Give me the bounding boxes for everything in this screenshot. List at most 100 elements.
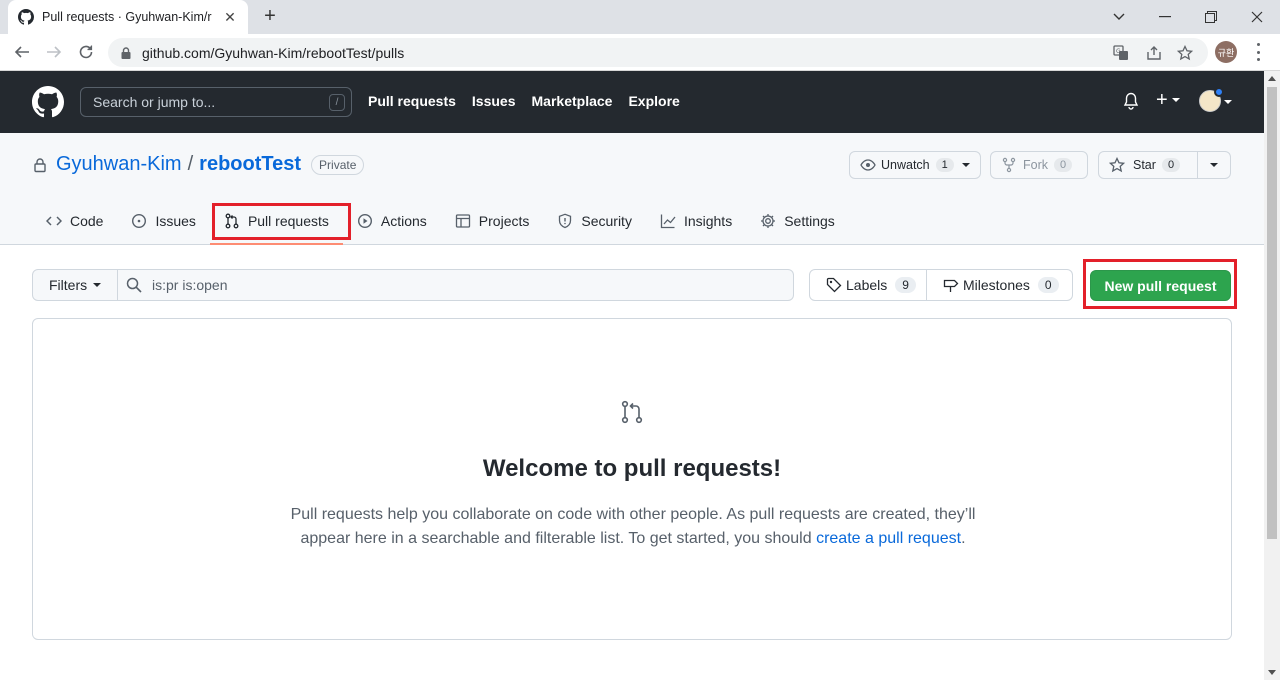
caret-down-icon: [1171, 98, 1180, 102]
global-search-input[interactable]: Search or jump to... /: [80, 87, 352, 117]
header-nav: Pull requests Issues Marketplace Explore: [368, 93, 680, 109]
highlight-new-pr-button: [1083, 259, 1237, 309]
create-new-menu[interactable]: +: [1156, 89, 1180, 111]
tab-actions[interactable]: Actions: [343, 199, 441, 243]
tab-label: Actions: [380, 213, 427, 229]
tab-label: Security: [581, 213, 632, 229]
blankslate-end: .: [961, 530, 966, 547]
repo-name-link[interactable]: rebootTest: [199, 153, 301, 176]
github-header: Search or jump to... / Pull requests Iss…: [0, 71, 1264, 133]
blankslate-description: Pull requests help you collaborate on co…: [283, 503, 983, 551]
search-icon: [126, 277, 142, 293]
github-favicon-icon: [18, 9, 34, 25]
tab-label: Projects: [478, 213, 530, 229]
nav-pull-requests[interactable]: Pull requests: [368, 93, 456, 109]
back-icon[interactable]: [12, 42, 32, 62]
repo-owner-link[interactable]: Gyuhwan-Kim: [56, 153, 182, 176]
star-label: Star: [1133, 158, 1156, 172]
create-pull-request-link[interactable]: create a pull request: [816, 530, 961, 547]
scroll-thumb[interactable]: [1267, 87, 1277, 539]
milestones-count: 0: [1037, 277, 1059, 293]
page-scrollbar[interactable]: [1264, 71, 1280, 680]
fork-count: 0: [1054, 158, 1073, 172]
labels-button[interactable]: Labels 9: [809, 269, 927, 301]
watch-caret-icon: [961, 163, 970, 167]
visibility-badge: Private: [311, 154, 365, 175]
highlight-pull-requests-tab: [212, 203, 351, 240]
shield-icon: [559, 213, 572, 229]
browser-menu-icon[interactable]: [1250, 43, 1266, 61]
tab-label: Settings: [784, 213, 835, 229]
repo-separator: /: [187, 153, 194, 175]
tag-icon: [826, 277, 842, 293]
milestones-label: Milestones: [963, 277, 1030, 293]
milestone-icon: [943, 279, 959, 292]
blankslate: Welcome to pull requests! Pull requests …: [32, 318, 1232, 640]
star-icon: [1109, 157, 1125, 173]
user-avatar[interactable]: [1199, 87, 1224, 112]
plus-icon: +: [1156, 89, 1168, 111]
tab-issues[interactable]: Issues: [117, 199, 209, 243]
reload-icon[interactable]: [76, 42, 96, 62]
tab-settings[interactable]: Settings: [746, 199, 849, 243]
pull-request-icon: [621, 400, 643, 424]
status-dot: [1214, 87, 1224, 97]
fork-icon: [1002, 157, 1016, 173]
filters-label: Filters: [49, 277, 88, 293]
tab-insights[interactable]: Insights: [646, 199, 746, 243]
play-icon: [357, 213, 372, 229]
unwatch-label: Unwatch: [881, 158, 930, 172]
close-window-icon[interactable]: [1234, 0, 1280, 34]
browser-toolbar: github.com/Gyuhwan-Kim/rebootTest/pulls …: [0, 34, 1280, 71]
avatar-caret-icon[interactable]: [1224, 100, 1232, 104]
bookmark-star-icon[interactable]: [1176, 44, 1194, 62]
tab-label: Insights: [683, 213, 733, 229]
filters-caret-icon: [93, 283, 102, 287]
search-placeholder: Search or jump to...: [93, 94, 216, 110]
pr-search-input[interactable]: is:pr is:open: [118, 269, 794, 301]
fork-button[interactable]: Fork 0: [990, 151, 1088, 179]
tab-code[interactable]: Code: [32, 199, 117, 243]
tab-label: Code: [70, 213, 104, 229]
github-logo-icon[interactable]: [32, 86, 64, 118]
scroll-down-icon[interactable]: [1268, 670, 1276, 675]
graph-icon: [660, 214, 676, 229]
filters-button[interactable]: Filters: [32, 269, 118, 301]
browser-tab[interactable]: Pull requests · Gyuhwan-Kim/rebootTest ✕: [8, 0, 248, 34]
blankslate-title: Welcome to pull requests!: [482, 455, 782, 482]
forward-icon[interactable]: [44, 42, 64, 62]
nav-issues[interactable]: Issues: [472, 93, 516, 109]
unwatch-button[interactable]: Unwatch 1: [849, 151, 981, 179]
minimize-icon[interactable]: [1142, 0, 1188, 34]
address-bar[interactable]: github.com/Gyuhwan-Kim/rebootTest/pulls …: [108, 38, 1208, 67]
restore-icon[interactable]: [1188, 0, 1234, 34]
star-caret-icon: [1210, 163, 1218, 167]
tab-close-icon[interactable]: ✕: [222, 9, 238, 26]
tab-label: Issues: [155, 213, 196, 229]
tab-search-icon[interactable]: [1096, 0, 1142, 34]
nav-marketplace[interactable]: Marketplace: [532, 93, 613, 109]
labels-label: Labels: [846, 277, 888, 293]
pr-search-query: is:pr is:open: [152, 277, 228, 293]
notifications-bell-icon[interactable]: [1123, 92, 1139, 110]
issue-icon: [132, 213, 147, 229]
code-icon: [46, 216, 62, 226]
scroll-up-icon[interactable]: [1268, 76, 1276, 81]
url-text: github.com/Gyuhwan-Kim/rebootTest/pulls: [142, 44, 405, 61]
share-icon[interactable]: [1145, 44, 1163, 62]
translate-icon[interactable]: G: [1112, 44, 1130, 62]
new-tab-button[interactable]: +: [260, 6, 280, 27]
tab-security[interactable]: Security: [543, 199, 646, 243]
browser-profile-avatar[interactable]: 규환: [1215, 41, 1237, 63]
tab-title: Pull requests · Gyuhwan-Kim/rebootTest: [42, 10, 212, 24]
watch-count: 1: [935, 158, 954, 172]
nav-explore[interactable]: Explore: [628, 93, 679, 109]
browser-tab-strip: Pull requests · Gyuhwan-Kim/rebootTest ✕…: [0, 0, 1280, 34]
milestones-button[interactable]: Milestones 0: [927, 269, 1073, 301]
star-dropdown-button[interactable]: [1197, 151, 1231, 179]
tab-projects[interactable]: Projects: [441, 199, 544, 243]
star-count: 0: [1161, 158, 1181, 172]
fork-label: Fork: [1023, 158, 1048, 172]
repo-tabs: Code Issues Pull requests Actions Projec…: [32, 199, 849, 245]
star-button[interactable]: Star 0: [1098, 151, 1198, 179]
